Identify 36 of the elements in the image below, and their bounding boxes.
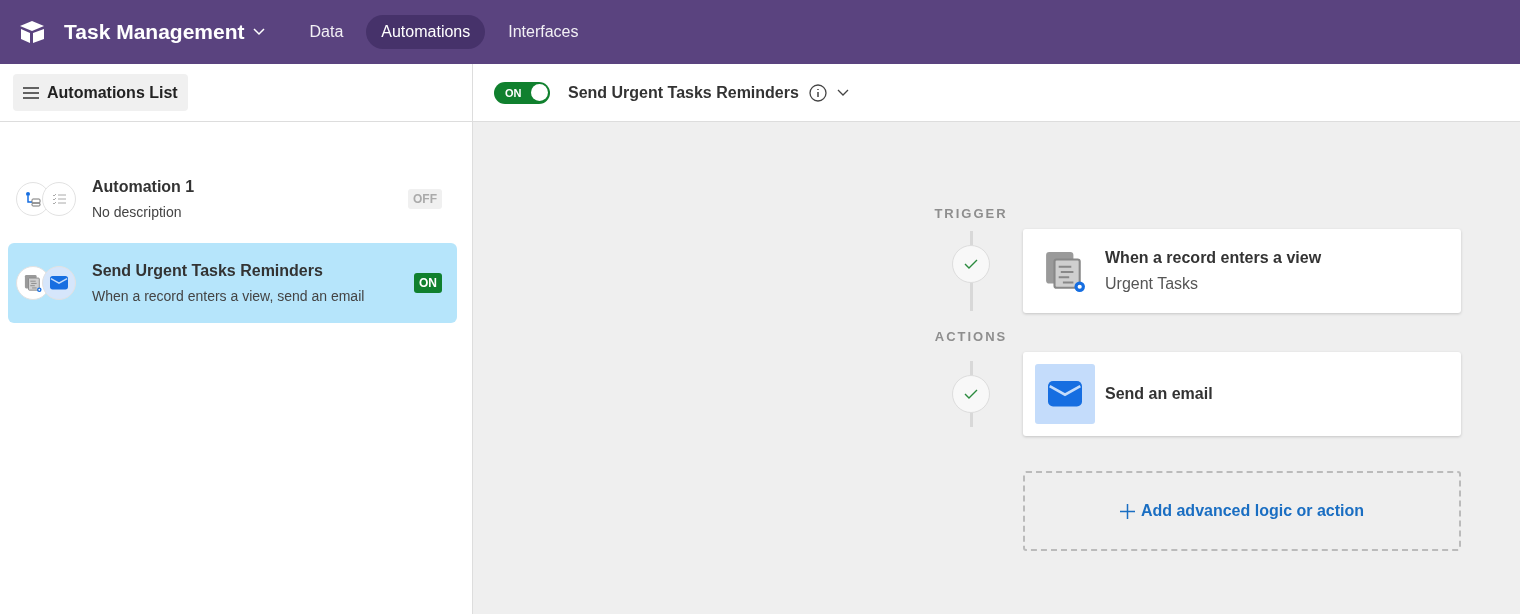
table-view-icon (1044, 250, 1086, 292)
automation-name: Send Urgent Tasks Reminders (92, 262, 324, 280)
check-icon (964, 389, 978, 399)
base-title: Task Management (64, 20, 245, 44)
nav-tab[interactable]: Data (294, 15, 359, 49)
automation-name: Automation 1 (92, 178, 196, 196)
automation-description: No description (92, 204, 183, 220)
section-heading: TRIGGER (933, 206, 1009, 223)
step-card[interactable]: When a record enters a view Urgent Tasks (1023, 229, 1461, 313)
step-title: Send an email (1105, 385, 1213, 403)
info-icon[interactable] (808, 83, 827, 102)
envelope-icon (50, 276, 68, 290)
status-badge: ON (414, 273, 442, 293)
step-title: When a record enters a view (1105, 249, 1322, 267)
on-off-toggle[interactable]: ON (494, 81, 550, 104)
nav-tab[interactable]: Interfaces (493, 15, 594, 49)
automation-title: Send Urgent Tasks Reminders (568, 83, 799, 102)
nav-tab[interactable]: Automations (366, 15, 486, 49)
section-heading: ACTIONS (933, 329, 1009, 346)
menu-icon (23, 86, 39, 99)
table-view-icon (24, 274, 42, 292)
step-card[interactable]: Send an email (1023, 352, 1461, 436)
check-icon (964, 259, 978, 269)
chevron-down-icon[interactable] (836, 88, 849, 97)
status-badge: OFF (408, 189, 442, 209)
checklist-icon (52, 193, 66, 205)
add-logic-button[interactable]: Add advanced logic or action (1023, 471, 1461, 551)
step-subtitle: Urgent Tasks (1105, 275, 1200, 293)
envelope-icon (1048, 381, 1082, 407)
automations-list-button[interactable]: Automations List (13, 74, 188, 111)
logo-icon (18, 20, 46, 44)
branch-icon (25, 191, 41, 207)
automation-item[interactable]: Send Urgent Tasks Reminders When a record enters a view, send an email ON (8, 243, 457, 323)
automation-item[interactable]: Automation 1 No description OFF (8, 159, 457, 239)
plus-icon (1119, 503, 1135, 519)
automation-description: When a record enters a view, send an email (92, 288, 366, 304)
